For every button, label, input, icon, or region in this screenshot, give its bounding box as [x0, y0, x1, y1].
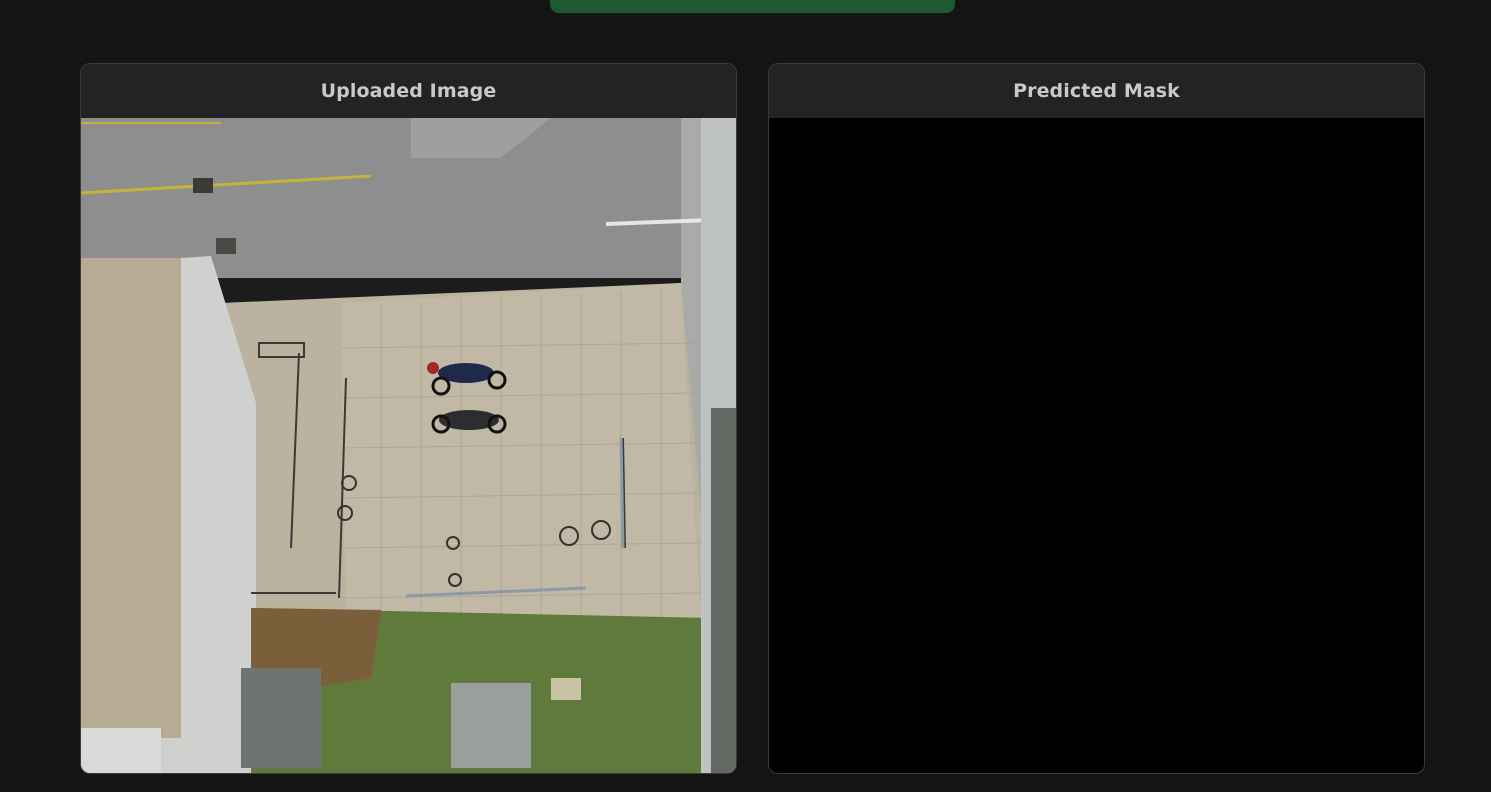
uploaded-image[interactable] [81, 118, 736, 773]
uploaded-image-title: Uploaded Image [81, 64, 736, 118]
predicted-mask-panel: Predicted Mask [768, 63, 1425, 774]
submit-button[interactable] [550, 0, 955, 13]
aerial-photo [81, 118, 736, 773]
uploaded-image-panel: Uploaded Image [80, 63, 737, 774]
predicted-mask-title: Predicted Mask [769, 64, 1424, 118]
predicted-mask-image [769, 118, 1424, 773]
